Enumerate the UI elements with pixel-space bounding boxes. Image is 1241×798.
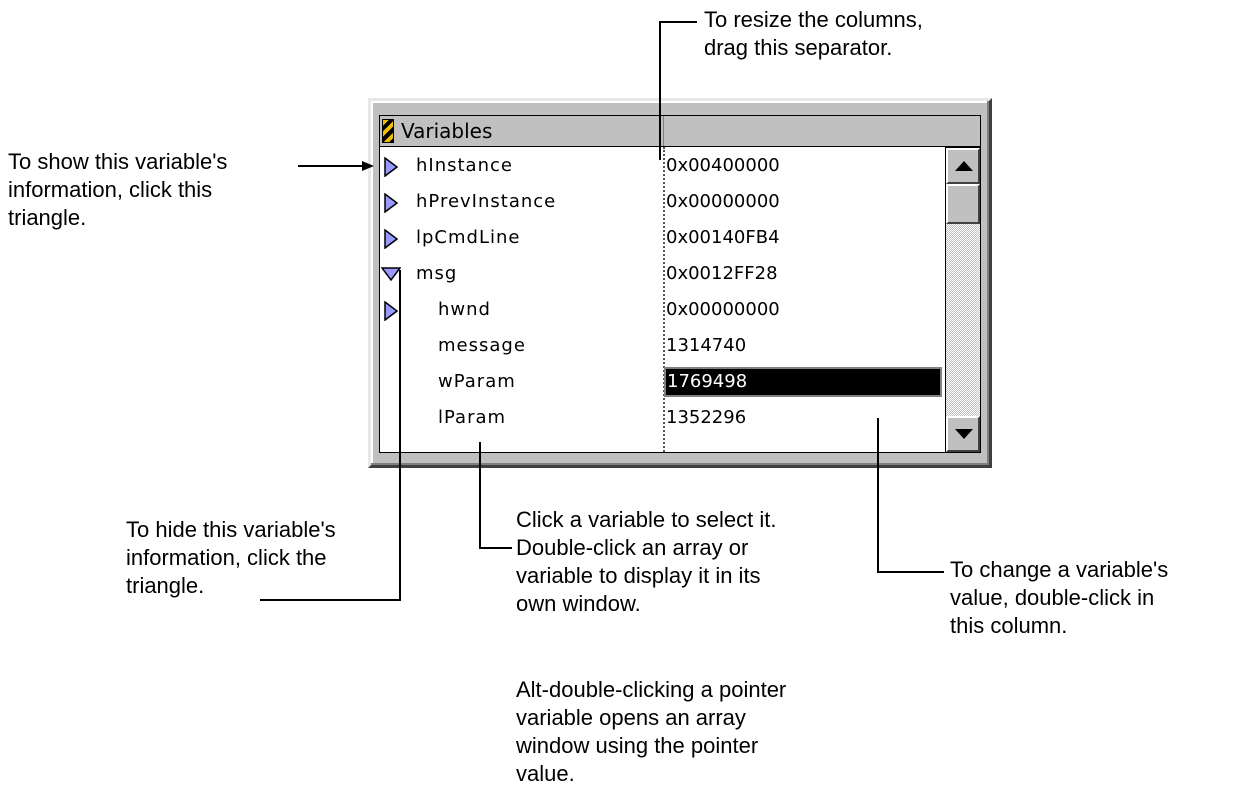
variable-row[interactable]: hInstance 0x00400000 [380,149,946,185]
callout-line: drag this separator. [704,35,893,60]
variable-row[interactable]: hwnd 0x00000000 [380,293,946,329]
variable-row[interactable]: lpCmdLine 0x00140FB4 [380,221,946,257]
variable-name: message [438,335,526,356]
callout-line: Alt-double-clicking a pointer [516,677,787,702]
variable-name: lParam [438,407,507,428]
callout-resize-columns: To resize the columns, drag this separat… [704,6,923,62]
callout-line: own window. [516,591,641,616]
variables-window[interactable]: Variables hInstance 0x00400000 hPrevInst… [368,98,992,468]
variable-value[interactable]: 1352296 [666,405,746,431]
callout-line: value, double-click in [950,585,1155,610]
callout-line: To hide this variable's [126,517,336,542]
right-triangle-icon[interactable] [384,229,398,249]
variable-row[interactable]: lParam 1352296 [380,401,946,437]
down-triangle-icon[interactable] [381,267,401,281]
variable-value[interactable]: 1314740 [666,333,746,359]
callout-line: information, click the [126,545,327,570]
variable-name: msg [416,263,458,284]
callout-line: variable to display it in its [516,563,761,588]
right-triangle-icon[interactable] [384,157,398,177]
callout-line: variable opens an array [516,705,746,730]
variable-name: wParam [438,371,516,392]
variable-value[interactable]: 0x00140FB4 [666,225,780,251]
variable-row-selected[interactable]: wParam 1769498 [380,365,946,401]
variable-value[interactable]: 0x0012FF28 [666,261,778,287]
callout-alt-double-click: Alt-double-clicking a pointer variable o… [516,676,786,798]
callout-line: value. [516,761,575,786]
callout-show-info: To show this variable's information, cli… [8,148,227,232]
variable-value-edit[interactable]: 1769498 [664,367,942,397]
callout-line: triangle. [126,573,205,598]
callout-line: To show this variable's [8,149,228,174]
callout-hide-info: To hide this variable's information, cli… [126,516,336,600]
callout-line: Double-click an array or [516,535,749,560]
variable-row[interactable]: message 1314740 [380,329,946,365]
variable-row[interactable]: hPrevInstance 0x00000000 [380,185,946,221]
variable-name: hwnd [438,299,491,320]
callout-line: Click a variable to select it. [516,507,777,532]
callout-line: this column. [950,613,1068,638]
scroll-down-button[interactable] [946,416,980,452]
callout-line: To resize the columns, [704,7,923,32]
right-triangle-icon[interactable] [384,193,398,213]
callout-select-variable: Click a variable to select it. Double-cl… [516,506,776,618]
up-arrow-icon [955,161,973,171]
variable-value[interactable]: 0x00000000 [666,189,780,215]
callout-line: information, click this [8,177,213,202]
variable-name: hInstance [416,155,513,176]
variable-name: hPrevInstance [416,191,557,212]
callout-change-value: To change a variable's value, double-cli… [950,556,1168,640]
scroll-up-button[interactable] [946,148,980,184]
variable-name: lpCmdLine [416,227,521,248]
callout-line: triangle. [8,205,87,230]
callout-line: To change a variable's [950,557,1169,582]
title-bar[interactable]: Variables [379,115,981,147]
variables-list[interactable]: hInstance 0x00400000 hPrevInstance 0x000… [379,147,945,453]
window-title: Variables [401,119,493,143]
variable-value[interactable]: 0x00000000 [666,297,780,323]
window-icon [382,119,394,143]
column-separator-handle[interactable] [663,116,664,146]
callout-line: window using the pointer [516,733,759,758]
right-triangle-icon[interactable] [384,301,398,321]
scroll-thumb[interactable] [946,184,980,224]
variable-value[interactable]: 0x00400000 [666,153,780,179]
variable-row[interactable]: msg 0x0012FF28 [380,257,946,293]
down-arrow-icon [955,429,973,439]
vertical-scrollbar[interactable] [945,147,981,453]
